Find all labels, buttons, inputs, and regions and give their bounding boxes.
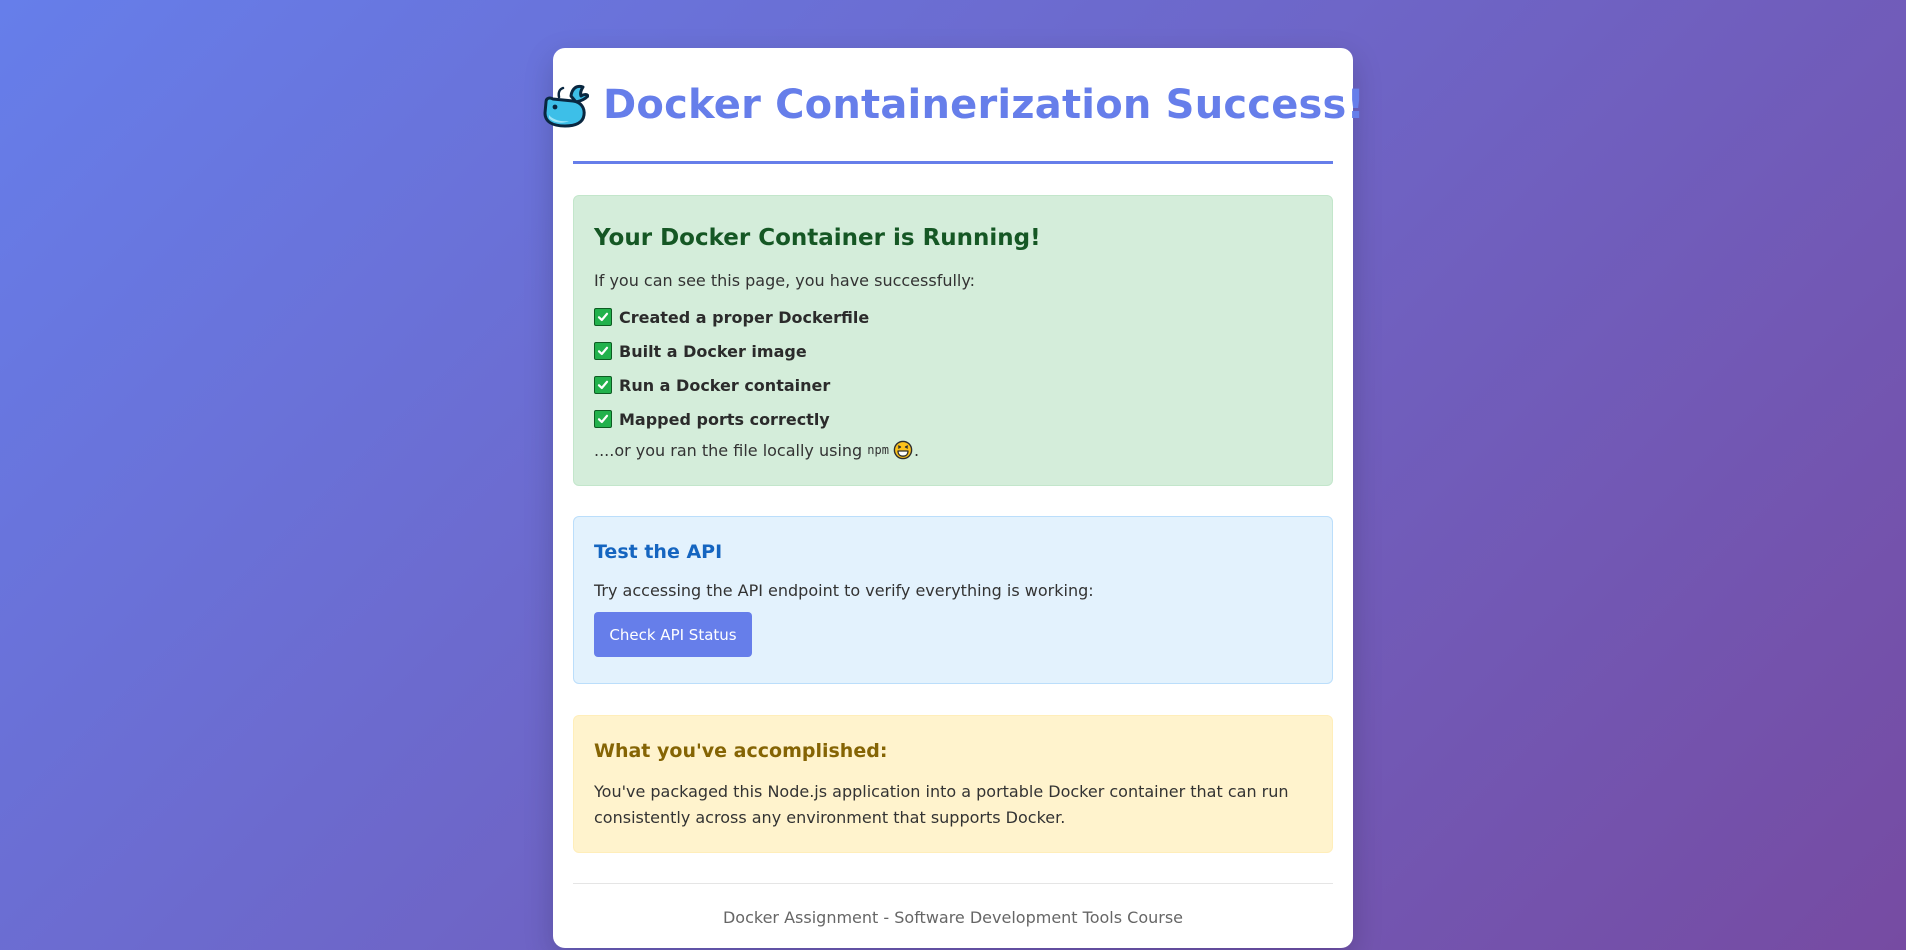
laughing-face-icon	[893, 440, 913, 460]
page-footer: Docker Assignment - Software Development…	[573, 883, 1333, 927]
check-mark-button-icon	[594, 308, 612, 326]
api-heading: Test the API	[594, 541, 723, 563]
check-mark-button-icon	[594, 342, 612, 360]
outro-suffix: .	[913, 440, 920, 460]
success-outro: ....or you ran the file locally using np…	[594, 440, 1312, 460]
checklist-item-image: Built a Docker image	[594, 334, 1312, 368]
check-mark-button-icon	[594, 410, 612, 428]
outro-prefix: ....or you ran the file locally using	[594, 440, 868, 460]
checklist-label: Built a Docker image	[619, 341, 807, 361]
success-intro: If you can see this page, you have succe…	[594, 271, 976, 290]
page-header: Docker Containerization Success!	[543, 48, 1365, 164]
api-panel: Test the API Try accessing the API endpo…	[573, 516, 1333, 684]
accomplished-panel: What you've accomplished: You've package…	[573, 715, 1333, 853]
footer-text: Docker Assignment - Software Development…	[722, 908, 1184, 927]
page-title: Docker Containerization Success!	[603, 81, 1365, 128]
api-description: Try accessing the API endpoint to verify…	[594, 581, 1094, 600]
whale-icon	[541, 82, 590, 128]
success-heading: Your Docker Container is Running!	[594, 225, 1041, 251]
check-api-status-button[interactable]: Check API Status	[594, 612, 752, 657]
accomplished-heading: What you've accomplished:	[594, 740, 888, 762]
main-card: Docker Containerization Success! Your Do…	[543, 48, 1365, 948]
checklist-item-container: Run a Docker container	[594, 368, 1312, 402]
checklist-label: Run a Docker container	[619, 375, 831, 395]
success-panel: Your Docker Container is Running! If you…	[573, 195, 1333, 486]
checklist-label: Mapped ports correctly	[619, 409, 830, 429]
checklist-label: Created a proper Dockerfile	[619, 307, 870, 327]
check-mark-button-icon	[594, 376, 612, 394]
npm-code: npm	[867, 443, 889, 457]
accomplished-text: You've packaged this Node.js application…	[594, 782, 1289, 827]
checklist-item-dockerfile: Created a proper Dockerfile	[594, 300, 1312, 334]
checklist-item-ports: Mapped ports correctly	[594, 402, 1312, 436]
